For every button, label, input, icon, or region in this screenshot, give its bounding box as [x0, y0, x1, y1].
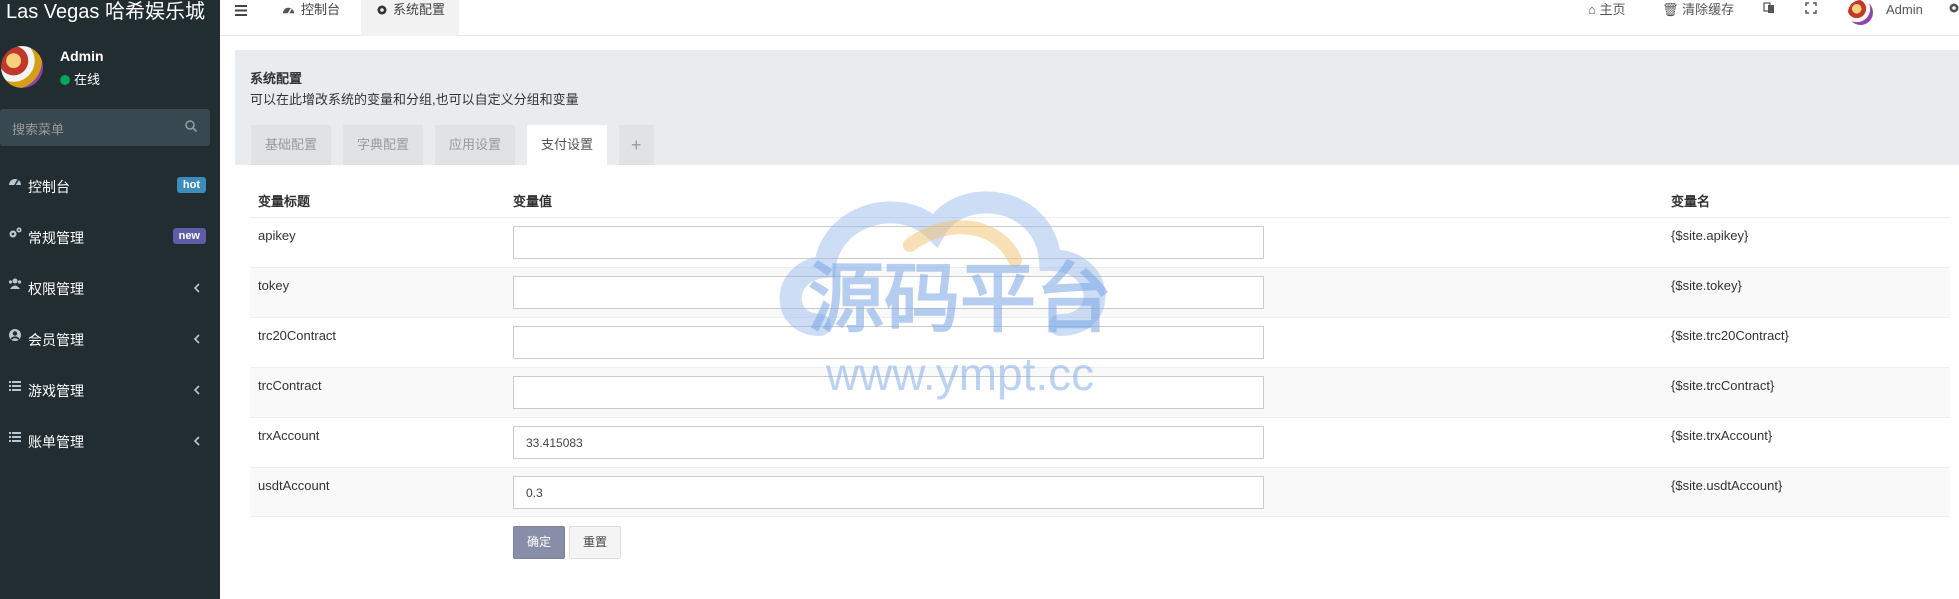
table-row: trxAccount {$site.trxAccount}	[250, 417, 1950, 467]
tab-dictionary-config[interactable]: 字典配置	[343, 125, 424, 165]
sidebar-item-bills[interactable]: 账单管理	[0, 420, 220, 471]
home-icon: ⌂	[1588, 2, 1596, 17]
variable-title: trcContract	[258, 378, 322, 393]
table-row: trc20Contract {$site.trc20Contract}	[250, 317, 1950, 367]
trc20contract-input[interactable]	[513, 326, 1264, 359]
column-header-value: 变量值	[513, 194, 553, 209]
variable-name: {$site.trxAccount}	[1671, 428, 1773, 443]
gear-icon	[1949, 3, 1959, 13]
avatar	[1, 46, 43, 88]
hamburger-menu-icon[interactable]	[234, 4, 250, 18]
variable-name: {$site.apikey}	[1671, 228, 1749, 243]
variable-name: {$site.trc20Contract}	[1671, 328, 1789, 343]
language-toggle[interactable]	[1763, 2, 1775, 18]
panel-header: 系统配置 可以在此增改系统的变量和分组,也可以自定义分组和变量 基础配置 字典配…	[235, 50, 1959, 165]
variable-title: trxAccount	[258, 428, 320, 443]
sidebar-item-label: 会员管理	[28, 332, 84, 348]
sidebar-item-members[interactable]: 会员管理	[0, 318, 220, 369]
chevron-left-icon	[193, 436, 200, 446]
trxaccount-input[interactable]	[513, 426, 1264, 459]
reset-button[interactable]: 重置	[569, 526, 621, 559]
tab-payment-settings[interactable]: 支付设置	[527, 125, 608, 165]
sidebar-item-label: 游戏管理	[28, 383, 84, 399]
tokey-input[interactable]	[513, 276, 1264, 309]
chevron-left-icon	[193, 385, 200, 395]
user-panel: Admin 在线	[0, 40, 220, 105]
hot-badge: hot	[176, 177, 206, 193]
table-row: trcContract {$site.trcContract}	[250, 367, 1950, 417]
variable-name: {$site.usdtAccount}	[1671, 478, 1783, 493]
table-row: tokey {$site.tokey}	[250, 267, 1950, 317]
avatar	[1848, 0, 1873, 25]
variable-title: tokey	[258, 278, 290, 293]
sidebar-item-games[interactable]: 游戏管理	[0, 369, 220, 420]
admin-label: Admin	[1886, 2, 1923, 17]
clear-cache-link[interactable]: 🗑︎ 清除缓存	[1662, 2, 1734, 18]
variable-title: apikey	[258, 228, 296, 243]
tab-system-config[interactable]: 系统配置	[361, 0, 459, 36]
sidebar-search[interactable]: 搜索菜单	[0, 109, 210, 146]
fullscreen-button[interactable]	[1805, 2, 1817, 18]
variable-name: {$site.tokey}	[1671, 278, 1742, 293]
gear-icon	[377, 5, 387, 15]
trash-icon: 🗑︎	[1662, 2, 1679, 17]
variable-name: {$site.trcContract}	[1671, 378, 1775, 393]
dashboard-icon	[9, 179, 21, 186]
settings-button[interactable]	[1948, 2, 1959, 18]
top-navbar: 控制台 系统配置 ⌂ 主页 🗑︎ 清除缓存 Admin	[220, 0, 1959, 36]
column-header-title: 变量标题	[258, 194, 311, 209]
table-row: usdtAccount {$site.usdtAccount}	[250, 467, 1950, 517]
sidebar-item-dashboard[interactable]: 控制台 hot	[0, 165, 220, 216]
trccontract-input[interactable]	[513, 376, 1264, 409]
expand-icon	[1805, 2, 1817, 14]
search-input[interactable]: 搜索菜单	[12, 119, 64, 138]
sidebar-item-label: 账单管理	[28, 434, 84, 450]
usdtaccount-input[interactable]	[513, 476, 1264, 509]
list-icon	[9, 432, 21, 442]
tab-app-settings[interactable]: 应用设置	[435, 125, 516, 165]
sidebar-item-permissions[interactable]: 权限管理	[0, 267, 220, 318]
sidebar-item-label: 常规管理	[28, 230, 84, 246]
user-name: Admin	[60, 48, 104, 64]
page-title: 系统配置	[250, 71, 303, 86]
page-subtitle: 可以在此增改系统的变量和分组,也可以自定义分组和变量	[250, 92, 579, 107]
sidebar-item-label: 控制台	[28, 179, 70, 195]
new-badge: new	[172, 228, 206, 244]
sidebar-menu: 控制台 hot 常规管理 new 权限管理 会员管理 游戏管理 账单管理	[0, 165, 220, 471]
user-circle-icon	[9, 329, 21, 341]
tab-dashboard[interactable]: 控制台	[282, 0, 362, 36]
sidebar: Las Vegas 哈希娱乐城 Admin 在线 搜索菜单 控制台 hot 常规…	[0, 0, 220, 599]
user-status: 在线	[60, 69, 100, 88]
variable-title: trc20Contract	[258, 328, 337, 343]
list-icon	[9, 381, 21, 391]
search-icon[interactable]	[184, 119, 198, 133]
column-header-name: 变量名	[1671, 194, 1711, 209]
home-label: 主页	[1599, 2, 1626, 17]
chevron-left-icon	[193, 334, 200, 344]
brand-title[interactable]: Las Vegas 哈希娱乐城	[0, 0, 220, 40]
online-dot-icon	[60, 75, 70, 85]
tab-label: 控制台	[301, 2, 341, 17]
users-icon	[8, 278, 22, 289]
table-row: apikey {$site.apikey}	[250, 217, 1950, 267]
clear-cache-label: 清除缓存	[1682, 2, 1735, 17]
tab-label: 系统配置	[393, 2, 446, 17]
cogs-icon	[9, 227, 22, 238]
tab-basic-config[interactable]: 基础配置	[251, 125, 332, 165]
user-status-label: 在线	[74, 72, 101, 87]
home-link[interactable]: ⌂ 主页	[1588, 2, 1626, 18]
chevron-left-icon	[193, 283, 200, 293]
variable-title: usdtAccount	[258, 478, 330, 493]
confirm-button[interactable]: 确定	[513, 526, 565, 559]
apikey-input[interactable]	[513, 226, 1264, 259]
dashboard-icon	[282, 7, 295, 14]
add-group-button[interactable]: +	[619, 125, 654, 165]
sidebar-item-label: 权限管理	[28, 281, 84, 297]
language-icon	[1763, 2, 1774, 13]
sidebar-item-general[interactable]: 常规管理 new	[0, 216, 220, 267]
